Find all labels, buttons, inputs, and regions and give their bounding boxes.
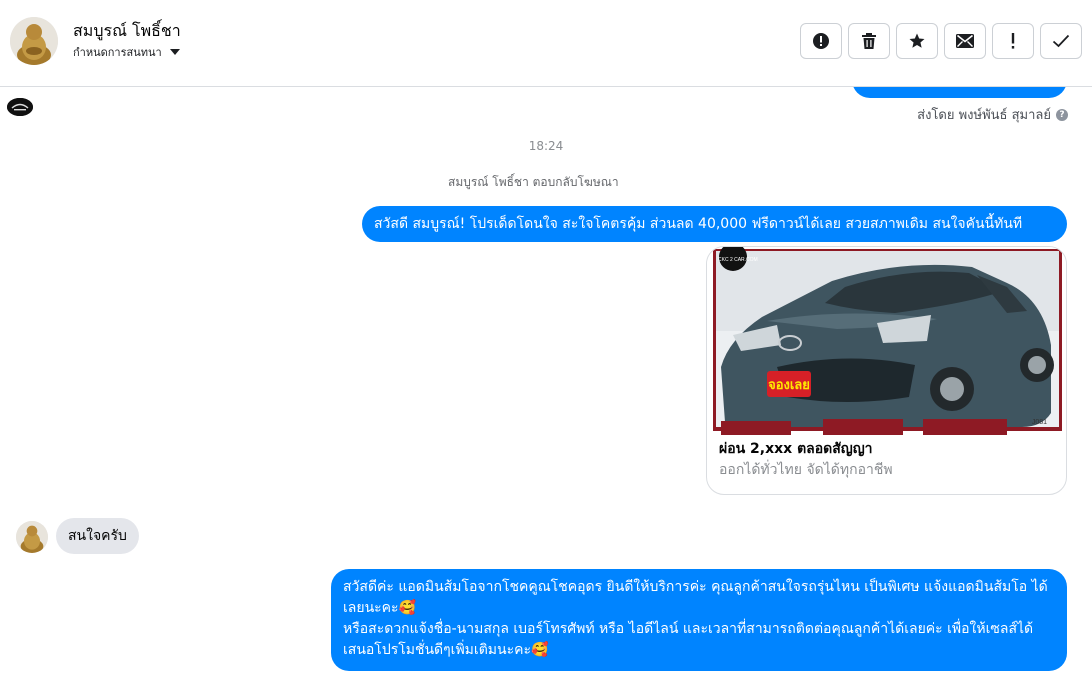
exclamation-icon [1011,33,1015,49]
caret-down-icon [169,49,180,55]
star-button[interactable] [896,23,938,59]
outgoing-message-admin: สวัสดีค่ะ แอดมินส้มโอจากโชคคูณโชคอุดร ยิ… [331,569,1067,671]
ad-card-title: ผ่อน 2,xxx ตลอดสัญญา [719,441,873,457]
assign-conversation-label: กำหนดการสนทนา [73,46,162,59]
trash-icon [862,33,876,49]
sent-by-text: ส่งโดย พงษ์พันธ์ สุมาลย์ [917,108,1051,123]
contact-name[interactable]: สมบูรณ์ โพธิ์ชา [73,19,181,44]
conversation-header: สมบูรณ์ โพธิ์ชา กำหนดการสนทนา [0,0,1092,87]
timestamp: 18:24 [528,139,564,153]
conversation-actions [800,23,1082,59]
message-line: หรือสะดวกแจ้งชื่อ-นามสกุล เบอร์โทรศัพท์ … [343,621,1034,658]
assign-conversation-dropdown[interactable]: กำหนดการสนทนา [73,43,180,61]
ad-reply-notice: สมบูรณ์ โพธิ์ชา ตอบกลับโฆษณา [448,175,619,189]
check-icon [1052,34,1070,48]
mark-unread-button[interactable] [944,23,986,59]
contact-avatar-small[interactable] [16,521,48,553]
star-icon [909,33,925,48]
follow-up-button[interactable] [992,23,1034,59]
ad-card-subtitle: ออกได้ทั่วไทย จัดได้ทุกอาชีพ [719,462,893,478]
mark-spam-button[interactable] [800,23,842,59]
page-logo-avatar [7,98,33,116]
outgoing-message: สวัสดี สมบูรณ์! โปรเด็ดโดนใจ สะใจโคตรคุ้… [362,206,1067,242]
image-code-text: J081 [1032,419,1047,426]
message-line: สวัสดีค่ะ แอดมินส้มโอจากโชคคูณโชคอุดร ยิ… [343,579,1048,616]
incoming-message: สนใจครับ [56,518,139,554]
mark-done-button[interactable] [1040,23,1082,59]
envelope-icon [956,34,974,48]
alert-circle-icon [813,33,829,49]
ad-card[interactable]: CKC 2 CAR.COM จองเลย J081 ผ่อน 2,xxx ตลอ… [706,246,1067,495]
reserve-badge-text: จองเลย [768,378,810,393]
watermark-text: CKC 2 CAR.COM [718,257,758,263]
help-icon[interactable]: ? [1056,108,1068,121]
contact-avatar[interactable] [10,17,58,65]
ad-image[interactable]: CKC 2 CAR.COM จองเลย J081 [707,247,1066,435]
sent-by-note: ส่งโดย พงษ์พันธ์ สุมาลย์ ? [917,104,1068,125]
delete-button[interactable] [848,23,890,59]
